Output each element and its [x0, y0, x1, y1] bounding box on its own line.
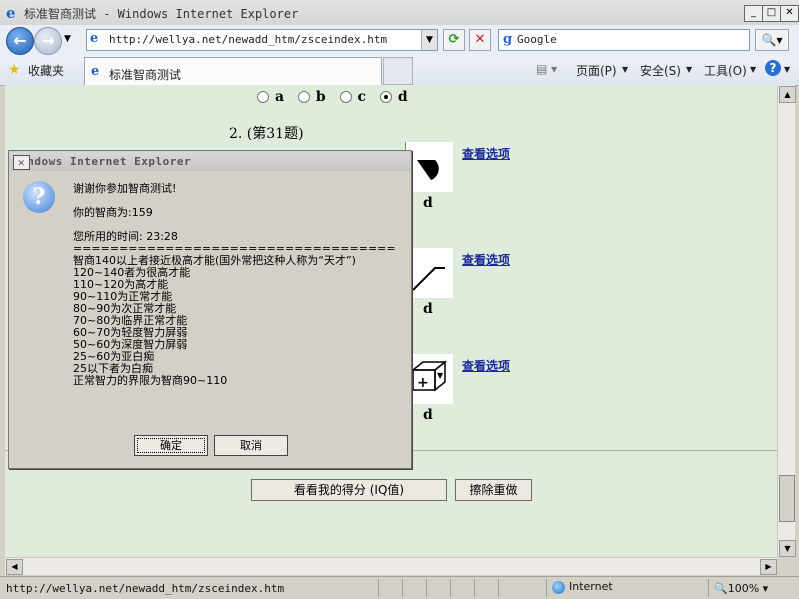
- stop-button[interactable]: ✕: [469, 29, 491, 51]
- address-field[interactable]: e http://wellya.net/newadd_htm/zsceindex…: [86, 29, 438, 51]
- tab-title: 标准智商测试: [109, 68, 182, 82]
- google-icon: g: [503, 32, 513, 47]
- search-button[interactable]: 🔍▾: [755, 29, 789, 51]
- zoom-level: 100%: [727, 582, 760, 595]
- search-input[interactable]: g Google: [498, 29, 750, 51]
- status-separator: [708, 579, 709, 597]
- radio-option-b[interactable]: [297, 91, 310, 103]
- close-window-button[interactable]: ✕: [780, 5, 799, 22]
- reset-button[interactable]: 擦除重做: [455, 479, 532, 501]
- see-options-link[interactable]: 查看选项: [462, 145, 510, 162]
- answer-label: d: [423, 301, 433, 317]
- line-shape-icon: [412, 267, 445, 291]
- cancel-button[interactable]: 取消: [214, 435, 288, 456]
- status-separator: [498, 579, 499, 597]
- security-zone[interactable]: Internet: [552, 580, 613, 594]
- tools-menu[interactable]: 工具(O): [704, 62, 747, 79]
- shape-icon: [404, 142, 439, 192]
- scroll-thumb[interactable]: [779, 475, 795, 522]
- dialog-title-bar: Windows Internet Explorer ✕: [10, 152, 410, 171]
- ie-logo-icon: e: [6, 4, 16, 22]
- scroll-up-icon[interactable]: ▲: [779, 86, 796, 103]
- maximize-button[interactable]: □: [762, 5, 781, 22]
- globe-icon: [552, 580, 565, 594]
- vertical-scrollbar[interactable]: ▲ ▼: [777, 85, 796, 557]
- minimize-button[interactable]: _: [744, 5, 763, 22]
- new-tab-button[interactable]: [383, 57, 413, 85]
- question-image: + ▼: [405, 354, 453, 404]
- scroll-right-icon[interactable]: ▶: [760, 559, 777, 575]
- favorites-button[interactable]: 收藏夹: [28, 62, 64, 79]
- scroll-left-icon[interactable]: ◀: [6, 559, 23, 575]
- page-menu-arrow-icon: ▼: [622, 65, 629, 74]
- answer-options: a b c d: [257, 89, 418, 105]
- window-title: 标准智商测试 - Windows Internet Explorer: [24, 7, 299, 21]
- favorites-bar: ★ 收藏夹 e 标准智商测试 ▤ ▾ 页面(P) ▼ 安全(S) ▼ 工具(O)…: [0, 55, 799, 86]
- radio-option-d[interactable]: [379, 91, 392, 103]
- dialog-title: Windows Internet Explorer: [13, 155, 192, 168]
- status-separator: [546, 579, 547, 597]
- question-image: [404, 142, 453, 192]
- radio-option-c[interactable]: [339, 91, 352, 103]
- help-icon[interactable]: ?: [765, 60, 781, 76]
- show-score-button[interactable]: 看看我的得分 (IQ值): [251, 479, 447, 501]
- tab-ie-icon: e: [91, 64, 100, 79]
- status-separator: [450, 579, 451, 597]
- status-separator: [378, 579, 379, 597]
- page-icon: e: [90, 31, 99, 46]
- back-button[interactable]: ←: [6, 27, 34, 55]
- favorites-star-icon[interactable]: ★: [8, 62, 21, 78]
- answer-label: d: [423, 195, 433, 211]
- answer-label: d: [423, 407, 433, 423]
- scroll-down-icon[interactable]: ▼: [779, 540, 796, 557]
- safety-menu-arrow-icon: ▼: [686, 65, 693, 74]
- tab-current[interactable]: e 标准智商测试: [84, 57, 382, 86]
- help-arrow-icon: ▼: [784, 65, 791, 74]
- status-separator: [474, 579, 475, 597]
- forward-button[interactable]: →: [34, 27, 62, 55]
- see-options-link[interactable]: 查看选项: [462, 357, 510, 374]
- status-url: http://wellya.net/newadd_htm/zsceindex.h…: [6, 582, 285, 595]
- safety-menu[interactable]: 安全(S): [640, 62, 681, 79]
- search-placeholder: Google: [517, 33, 557, 46]
- see-options-link[interactable]: 查看选项: [462, 251, 510, 268]
- ok-button[interactable]: 确定: [134, 435, 208, 456]
- refresh-button[interactable]: ⟳: [443, 29, 465, 51]
- horizontal-scrollbar[interactable]: ◀ ▶: [5, 557, 777, 575]
- zoom-control[interactable]: 🔍100% ▾: [714, 582, 768, 595]
- dialog-close-button[interactable]: ✕: [13, 155, 30, 170]
- cube-icon: + ▼: [410, 360, 448, 392]
- svg-text:▼: ▼: [437, 371, 444, 380]
- question-image: [405, 248, 453, 298]
- question-label: 2. (第31题): [229, 126, 304, 142]
- status-separator: [402, 579, 403, 597]
- status-bar: http://wellya.net/newadd_htm/zsceindex.h…: [0, 576, 799, 599]
- dialog-message-line: 正常智力的界限为智商90~110: [73, 374, 228, 387]
- alert-dialog: Windows Internet Explorer ✕ ? 谢谢你参加智商测试!…: [8, 150, 412, 469]
- dialog-message-line: 你的智商为:159: [73, 206, 153, 219]
- page-menu[interactable]: 页面(P): [576, 62, 617, 79]
- status-separator: [426, 579, 427, 597]
- dialog-message-line: 谢谢你参加智商测试!: [73, 182, 177, 195]
- recent-pages-dropdown-icon[interactable]: ▼: [64, 34, 71, 44]
- address-dropdown-icon[interactable]: ▼: [421, 30, 437, 50]
- feeds-icon[interactable]: ▤ ▾: [536, 62, 557, 76]
- zone-label: Internet: [569, 580, 613, 593]
- window-title-bar: e 标准智商测试 - Windows Internet Explorer _ □…: [0, 0, 799, 26]
- tools-menu-arrow-icon: ▼: [750, 65, 757, 74]
- svg-text:+: +: [417, 375, 429, 391]
- address-url: http://wellya.net/newadd_htm/zsceindex.h…: [109, 33, 388, 46]
- question-icon: ?: [23, 181, 55, 213]
- address-toolbar: ← → ▼ e http://wellya.net/newadd_htm/zsc…: [0, 25, 799, 55]
- radio-option-a[interactable]: [257, 91, 269, 103]
